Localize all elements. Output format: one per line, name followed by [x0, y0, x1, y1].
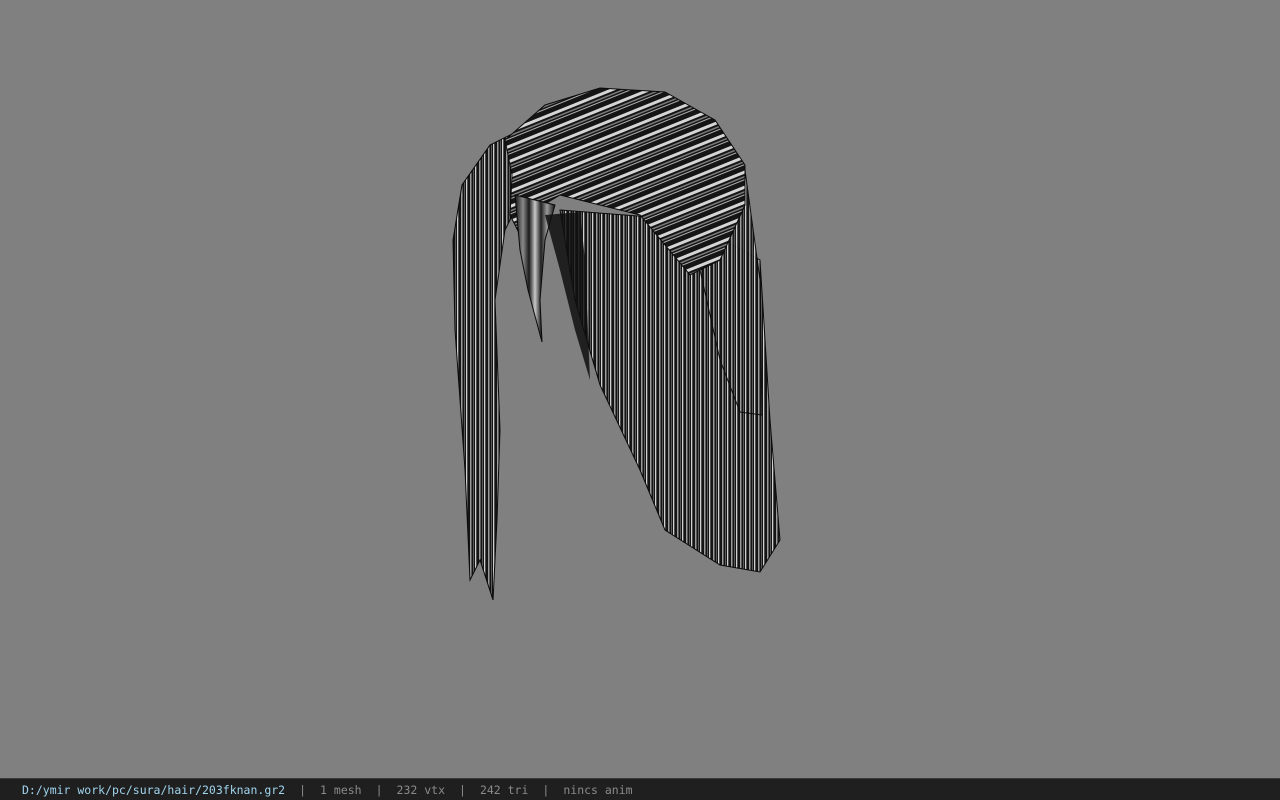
vertex-count: 232 vtx	[396, 782, 445, 797]
hair-model	[452, 87, 781, 601]
separator: |	[375, 782, 383, 797]
separator: |	[459, 782, 466, 797]
separator: |	[299, 782, 307, 797]
triangle-count: 242 tri	[479, 782, 529, 797]
separator: |	[542, 782, 550, 797]
status-bar: D:/ymir work/pc/sura/hair/203fknan.gr2 |…	[0, 778, 1280, 800]
mesh-count: 1 mesh	[320, 782, 362, 797]
3d-viewport[interactable]	[0, 0, 1280, 778]
file-path: D:/ymir work/pc/sura/hair/203fknan.gr2	[22, 782, 286, 797]
animation-status: nincs anim	[563, 782, 633, 797]
